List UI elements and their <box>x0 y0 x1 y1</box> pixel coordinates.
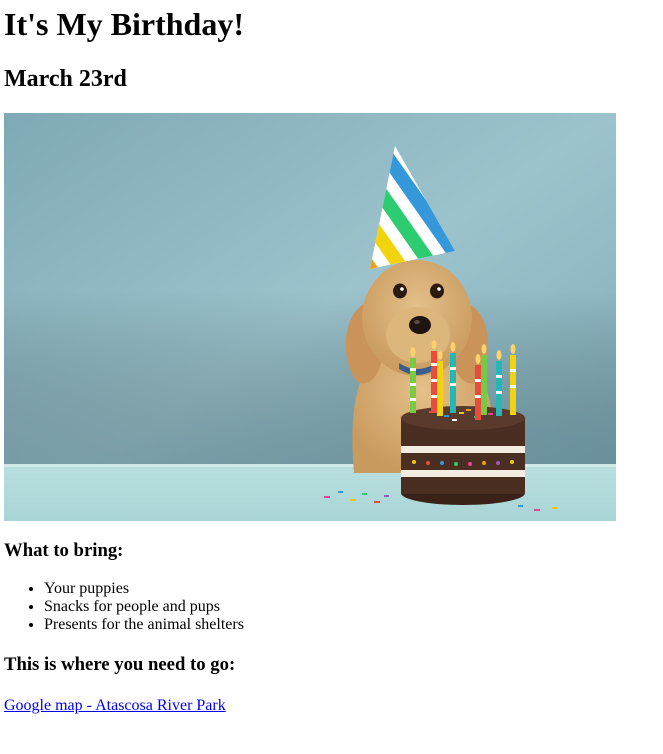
google-map-link[interactable]: Google map - Atascosa River Park <box>4 697 226 715</box>
list-item: Presents for the animal shelters <box>44 616 659 634</box>
birthday-photo <box>4 113 616 521</box>
list-item: Your puppies <box>44 580 659 598</box>
bring-list: Your puppies Snacks for people and pups … <box>4 580 659 634</box>
list-item: Snacks for people and pups <box>44 598 659 616</box>
bring-heading: What to bring: <box>4 540 124 561</box>
page: It's My Birthday! March 23rd What to bri… <box>0 0 663 715</box>
event-date: March 23rd <box>4 66 127 92</box>
location-heading: This is where you need to go: <box>4 654 236 675</box>
page-title: It's My Birthday! <box>4 6 244 42</box>
